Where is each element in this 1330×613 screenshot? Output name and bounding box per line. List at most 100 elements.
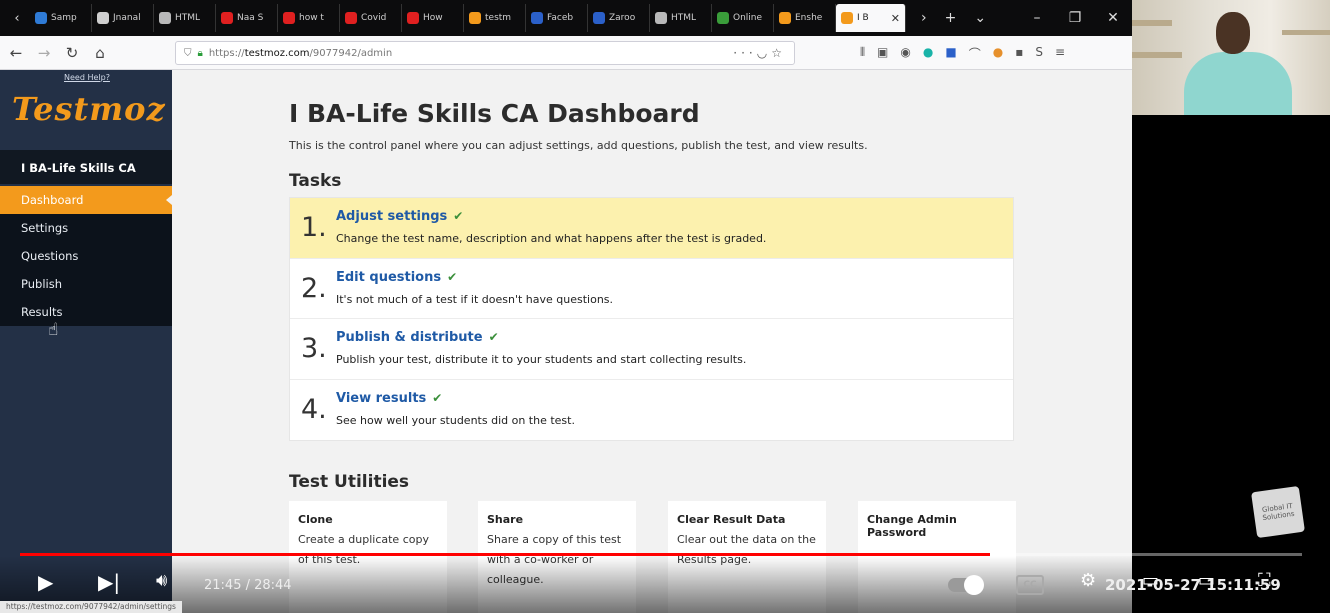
close-tab-icon[interactable]: ✕ (891, 12, 900, 25)
check-icon: ✔ (453, 209, 464, 223)
browser-tab[interactable]: Naa S (216, 4, 278, 32)
active-tab-label: I B (857, 13, 869, 23)
tab-favicon-icon (283, 12, 295, 24)
task-title: Edit questions (336, 269, 442, 285)
timestamp-overlay: 2021-05-27 15:11:59 (1105, 576, 1281, 594)
browser-tab[interactable]: Zaroo (588, 4, 650, 32)
hamburger-menu-icon[interactable]: ≡ (1055, 45, 1065, 62)
autoplay-toggle[interactable] (948, 575, 984, 595)
extension-gray-icon[interactable]: ⌒ (969, 45, 981, 62)
channel-watermark[interactable]: Global IT Solutions (1251, 485, 1305, 539)
active-tab[interactable]: I B ✕ (836, 4, 906, 32)
extension-teal-icon[interactable]: ● (923, 45, 933, 62)
task-number: 3. (301, 333, 327, 364)
progress-bar-played[interactable] (20, 553, 991, 556)
task-number: 2. (301, 272, 327, 304)
task-description: It's not much of a test if it doesn't ha… (336, 292, 614, 306)
browser-tab[interactable]: HTML (154, 4, 216, 32)
status-bar-url: https://testmoz.com/9077942/admin/settin… (0, 601, 182, 613)
sidebar-item-dashboard[interactable]: Dashboard (0, 186, 172, 214)
bookmark-star-icon[interactable]: ☆ (771, 46, 786, 60)
screen: ‹ Samp Jnanal HTML Naa S how t Covid How testm F… (0, 0, 1330, 613)
tasks-heading: Tasks (289, 171, 342, 191)
shield-icon[interactable]: ⛉ (184, 48, 192, 59)
page-actions-icon[interactable]: ··· (733, 46, 756, 60)
new-tab-icon[interactable]: + (945, 10, 957, 26)
library-icon[interactable]: ⫴ (860, 45, 865, 62)
settings-gear-icon[interactable]: ⚙ (1080, 570, 1096, 591)
browser-tab[interactable]: Faceb (526, 4, 588, 32)
tab-label: HTML (671, 13, 697, 23)
browser-tab[interactable]: testm (464, 4, 526, 32)
browser-tab[interactable]: Online (712, 4, 774, 32)
volume-icon[interactable]: 🔊︎ (156, 570, 167, 591)
lock-icon[interactable]: 🔒︎ (198, 48, 203, 59)
forward-icon[interactable]: → (32, 44, 56, 62)
tab-label: Naa S (237, 13, 264, 23)
tab-label: testm (485, 13, 512, 23)
webcam-overlay: Global IT Solutions (1132, 0, 1330, 613)
utilities-heading: Test Utilities (289, 472, 410, 492)
tab-label: Enshe (795, 13, 823, 23)
next-icon[interactable]: ▶| (98, 570, 120, 594)
tab-list: Samp Jnanal HTML Naa S how t Covid How testm Fac… (30, 4, 836, 32)
pocket-icon[interactable]: ◡ (757, 46, 771, 60)
check-icon: ✔ (432, 390, 443, 405)
check-icon: ✔ (447, 269, 458, 284)
tab-favicon-icon (717, 12, 729, 24)
extension-blue-icon[interactable]: ■ (945, 45, 956, 62)
utility-title: Change Admin Password (867, 513, 957, 539)
tab-label: how t (299, 13, 324, 23)
browser-tab[interactable]: Covid (340, 4, 402, 32)
address-bar[interactable]: ⛉ 🔒︎ https://testmoz.com/9077942/admin ·… (175, 41, 795, 65)
tab-favicon-icon (469, 12, 481, 24)
presenter-head (1216, 12, 1250, 54)
browser-tab[interactable]: HTML (650, 4, 712, 32)
tab-label: Samp (51, 13, 77, 23)
extension-drop-icon[interactable]: ● (993, 45, 1003, 62)
task-list: 1. Adjust settings ✔ Change the test name, … (289, 197, 1014, 441)
task-title-link[interactable]: View results ✔ (336, 391, 442, 406)
window-close-icon[interactable]: ✕ (1094, 10, 1132, 26)
url-host: testmoz.com (244, 47, 310, 59)
tab-label: How (423, 13, 443, 23)
task-title-link[interactable]: Adjust settings ✔ (336, 209, 463, 224)
tab-scroll-left-icon[interactable]: ‹ (4, 11, 30, 26)
testmoz-logo[interactable]: Testmoz (12, 90, 166, 128)
sidebar-item-questions[interactable]: Questions (0, 242, 172, 270)
sidebar-item-publish[interactable]: Publish (0, 270, 172, 298)
task-row: 1. Adjust settings ✔ Change the test name, … (290, 198, 1013, 259)
extension-s-icon[interactable]: S (1035, 45, 1043, 62)
home-icon[interactable]: ⌂ (88, 44, 112, 62)
sidebar-toggle-icon[interactable]: ▣ (877, 45, 888, 62)
task-title-link[interactable]: Edit questions ✔ (336, 270, 457, 285)
task-title-link[interactable]: Publish & distribute ✔ (336, 330, 499, 345)
minimize-icon[interactable]: – (1018, 10, 1056, 26)
tab-list-dropdown-icon[interactable]: ⌄ (974, 10, 986, 26)
browser-tab[interactable]: how t (278, 4, 340, 32)
back-icon[interactable]: ← (4, 44, 28, 62)
browser-tab[interactable]: Samp (30, 4, 92, 32)
browser-tab[interactable]: How (402, 4, 464, 32)
reload-icon[interactable]: ↻ (60, 44, 84, 62)
hand-cursor-icon: ☝ (48, 320, 59, 340)
task-title: Adjust settings (336, 209, 448, 224)
subtitles-button[interactable]: CC (1016, 575, 1044, 595)
extension-circle-icon[interactable]: ◉ (900, 45, 910, 62)
utility-title: Clear Result Data (677, 513, 786, 526)
browser-tab[interactable]: Enshe (774, 4, 836, 32)
tab-favicon-icon (345, 12, 357, 24)
task-number: 1. (301, 212, 327, 243)
sidebar-item-results[interactable]: Results (0, 298, 172, 326)
tab-scroll-right-icon[interactable]: › (921, 10, 927, 26)
browser-tab[interactable]: Jnanal (92, 4, 154, 32)
tab-favicon-icon (407, 12, 419, 24)
sidebar-item-settings[interactable]: Settings (0, 214, 172, 242)
extension-puzzle-icon[interactable]: ▪ (1015, 45, 1023, 62)
task-title: Publish & distribute (336, 330, 483, 345)
need-help-link[interactable]: Need Help? (64, 73, 110, 82)
restore-icon[interactable]: ❐ (1056, 10, 1094, 26)
sidebar: Need Help? Testmoz I BA-Life Skills CA D… (0, 70, 172, 613)
play-icon[interactable]: ▶ (38, 570, 53, 594)
utility-title: Share (487, 513, 524, 526)
